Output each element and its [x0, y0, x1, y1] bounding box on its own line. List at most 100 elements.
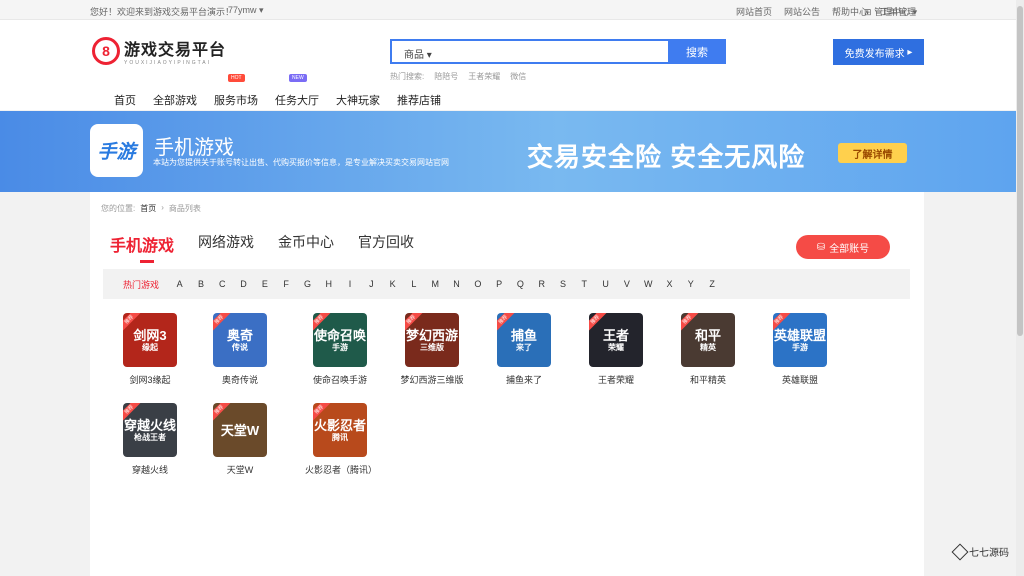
scrollbar-thumb[interactable]: [1017, 6, 1023, 336]
search-box[interactable]: 商品 ▾ 搜索: [390, 39, 726, 64]
game-icon: 推荐 和平 精英: [681, 313, 735, 367]
top-link-home[interactable]: 网站首页: [736, 5, 772, 18]
game-name: 剑网3缘起: [129, 375, 171, 385]
hot-search: 热门搜索: 陪陪号 王者荣耀 微信: [390, 71, 527, 82]
letter-filter-c[interactable]: C: [212, 279, 233, 289]
letter-filter-f[interactable]: F: [276, 279, 297, 289]
letter-filter-y[interactable]: Y: [680, 279, 701, 289]
game-name: 火影忍者（腾讯）: [305, 465, 378, 475]
game-icon: 推荐 王者 荣耀: [589, 313, 643, 367]
letter-filter-a[interactable]: A: [169, 279, 190, 289]
letter-filter-i[interactable]: I: [339, 279, 360, 289]
tab-official-recycle[interactable]: 官方回收: [358, 232, 414, 256]
letter-filter-u[interactable]: U: [595, 279, 616, 289]
learn-more-button[interactable]: 了解详情: [838, 143, 907, 163]
hot-games-filter[interactable]: 热门游戏: [123, 278, 159, 291]
page-scrollbar[interactable]: [1016, 0, 1024, 576]
grid-icon: ⊞: [864, 7, 872, 17]
tab-online-games[interactable]: 网络游戏: [198, 232, 254, 256]
letter-filter-b[interactable]: B: [190, 279, 211, 289]
letter-filter-w[interactable]: W: [638, 279, 659, 289]
letter-filter-g[interactable]: G: [297, 279, 318, 289]
letter-filter-n[interactable]: N: [446, 279, 467, 289]
hot-search-term[interactable]: 王者荣耀: [468, 71, 500, 82]
letter-filter-k[interactable]: K: [382, 279, 403, 289]
game-item[interactable]: 推荐 穿越火线 枪战王者 穿越火线: [115, 403, 185, 476]
main-content: 您的位置: 首页 › 商品列表 手机游戏 网络游戏 金币中心 官方回收 ⛁ 全部账…: [90, 192, 924, 576]
game-icon: 推荐 穿越火线 枪战王者: [123, 403, 177, 457]
banner: 手游 手机游戏 本站为您提供关于账号转让出售、代购买报价等信息，是专业解决买卖交…: [0, 111, 1016, 192]
manage-center-dropdown[interactable]: ⊞ 管理中心 ▾: [864, 5, 917, 18]
logo-subtitle: YOUXIJIAOYIPINGTAI: [124, 60, 212, 66]
hot-badge: HOT: [228, 74, 245, 82]
all-accounts-button[interactable]: ⛁ 全部账号: [796, 235, 890, 259]
hot-search-term[interactable]: 陪陪号: [434, 71, 458, 82]
game-name: 梦幻西游三维版: [400, 375, 464, 385]
letter-filter-t[interactable]: T: [574, 279, 595, 289]
game-name: 和平精英: [689, 375, 726, 385]
chevron-down-icon: ▾: [259, 5, 264, 15]
top-link-help[interactable]: 帮助中心: [832, 5, 868, 18]
nav-item-task-hall[interactable]: NEW 任务大厅: [275, 74, 319, 108]
game-item[interactable]: 推荐 捕鱼 来了捕鱼来了: [489, 313, 559, 386]
publish-request-button[interactable]: 免费发布需求 ▸: [833, 39, 924, 65]
letter-filter-bar: 热门游戏 ABCDEFGHIJKLMNOPQRSTUVWXYZ: [103, 269, 910, 299]
tab-mobile-games[interactable]: 手机游戏: [110, 232, 174, 263]
letter-filter-e[interactable]: E: [254, 279, 275, 289]
search-button[interactable]: 搜索: [668, 39, 726, 64]
letter-filter-s[interactable]: S: [552, 279, 573, 289]
search-category-select[interactable]: 商品 ▾: [404, 46, 432, 61]
game-item[interactable]: 推荐 剑网3 缘起 剑网3缘起: [115, 313, 185, 386]
game-name: 奥奇传说: [221, 375, 258, 385]
letter-filter-d[interactable]: D: [233, 279, 254, 289]
letter-filter-j[interactable]: J: [361, 279, 382, 289]
game-item[interactable]: 推荐 使命召唤 手游 使命召唤手游: [305, 313, 375, 386]
game-name: 王者荣耀: [597, 375, 634, 385]
letter-filter-z[interactable]: Z: [701, 279, 722, 289]
new-badge: NEW: [289, 74, 307, 82]
top-link-notice[interactable]: 网站公告: [784, 5, 820, 18]
letter-filter-v[interactable]: V: [616, 279, 637, 289]
nav-item-pro-players[interactable]: 大神玩家: [336, 92, 380, 108]
game-icon: 推荐 捕鱼 来了: [497, 313, 551, 367]
letter-filter-m[interactable]: M: [425, 279, 446, 289]
breadcrumb-current: 商品列表: [168, 204, 201, 213]
banner-slogan: 交易安全险 安全无风险: [527, 142, 806, 172]
letter-filter-o[interactable]: O: [467, 279, 488, 289]
chevron-right-icon: ▸: [907, 46, 913, 58]
welcome-text: 您好！欢迎来到游戏交易平台演示！: [90, 7, 235, 17]
game-name: 捕鱼来了: [505, 375, 542, 385]
banner-title: 手机游戏: [154, 137, 234, 159]
game-icon: 推荐 奥奇 传说: [213, 313, 267, 367]
watermark-logo-icon: [951, 543, 969, 560]
watermark: 七七源码: [951, 543, 1009, 560]
site-logo[interactable]: 8 游戏交易平台 YOUXIJIAOYIPINGTAI: [92, 36, 226, 66]
game-item[interactable]: 推荐 奥奇 传说奥奇传说: [205, 313, 275, 386]
game-item[interactable]: 推荐 天堂W 天堂W: [205, 403, 275, 476]
letter-filter-x[interactable]: X: [659, 279, 680, 289]
nav-item-service-market[interactable]: HOT 服务市场: [214, 74, 258, 108]
letter-filter-r[interactable]: R: [531, 279, 552, 289]
nav-item-all-games[interactable]: 全部游戏: [153, 92, 197, 108]
game-item[interactable]: 推荐 梦幻西游 三维版 梦幻西游三维版: [397, 313, 467, 386]
username-dropdown[interactable]: 77ymw ▾: [228, 5, 264, 16]
game-item[interactable]: 推荐 火影忍者 腾讯 火影忍者（腾讯）: [305, 403, 378, 476]
game-item[interactable]: 推荐 和平 精英和平精英: [673, 313, 743, 386]
nav-item-home[interactable]: 首页: [114, 92, 136, 108]
letter-filter-h[interactable]: H: [318, 279, 339, 289]
game-name: 天堂W: [226, 465, 254, 475]
logo-icon: 8: [92, 37, 120, 65]
nav-item-shops[interactable]: 推荐店铺: [397, 92, 441, 108]
chevron-right-icon: ›: [161, 203, 164, 212]
game-item[interactable]: 推荐 王者 荣耀王者荣耀: [581, 313, 651, 386]
breadcrumb-home[interactable]: 首页: [140, 203, 156, 214]
letter-filter-p[interactable]: P: [488, 279, 509, 289]
game-item[interactable]: 推荐 英雄联盟 手游 英雄联盟: [765, 313, 835, 386]
recommend-tag: 推荐: [213, 403, 231, 422]
breadcrumb: 您的位置: 首页 › 商品列表: [101, 203, 201, 214]
hot-search-term[interactable]: 微信: [510, 71, 526, 82]
tab-gold-center[interactable]: 金币中心: [278, 232, 334, 256]
game-name: 英雄联盟: [781, 375, 818, 385]
letter-filter-l[interactable]: L: [403, 279, 424, 289]
letter-filter-q[interactable]: Q: [510, 279, 531, 289]
